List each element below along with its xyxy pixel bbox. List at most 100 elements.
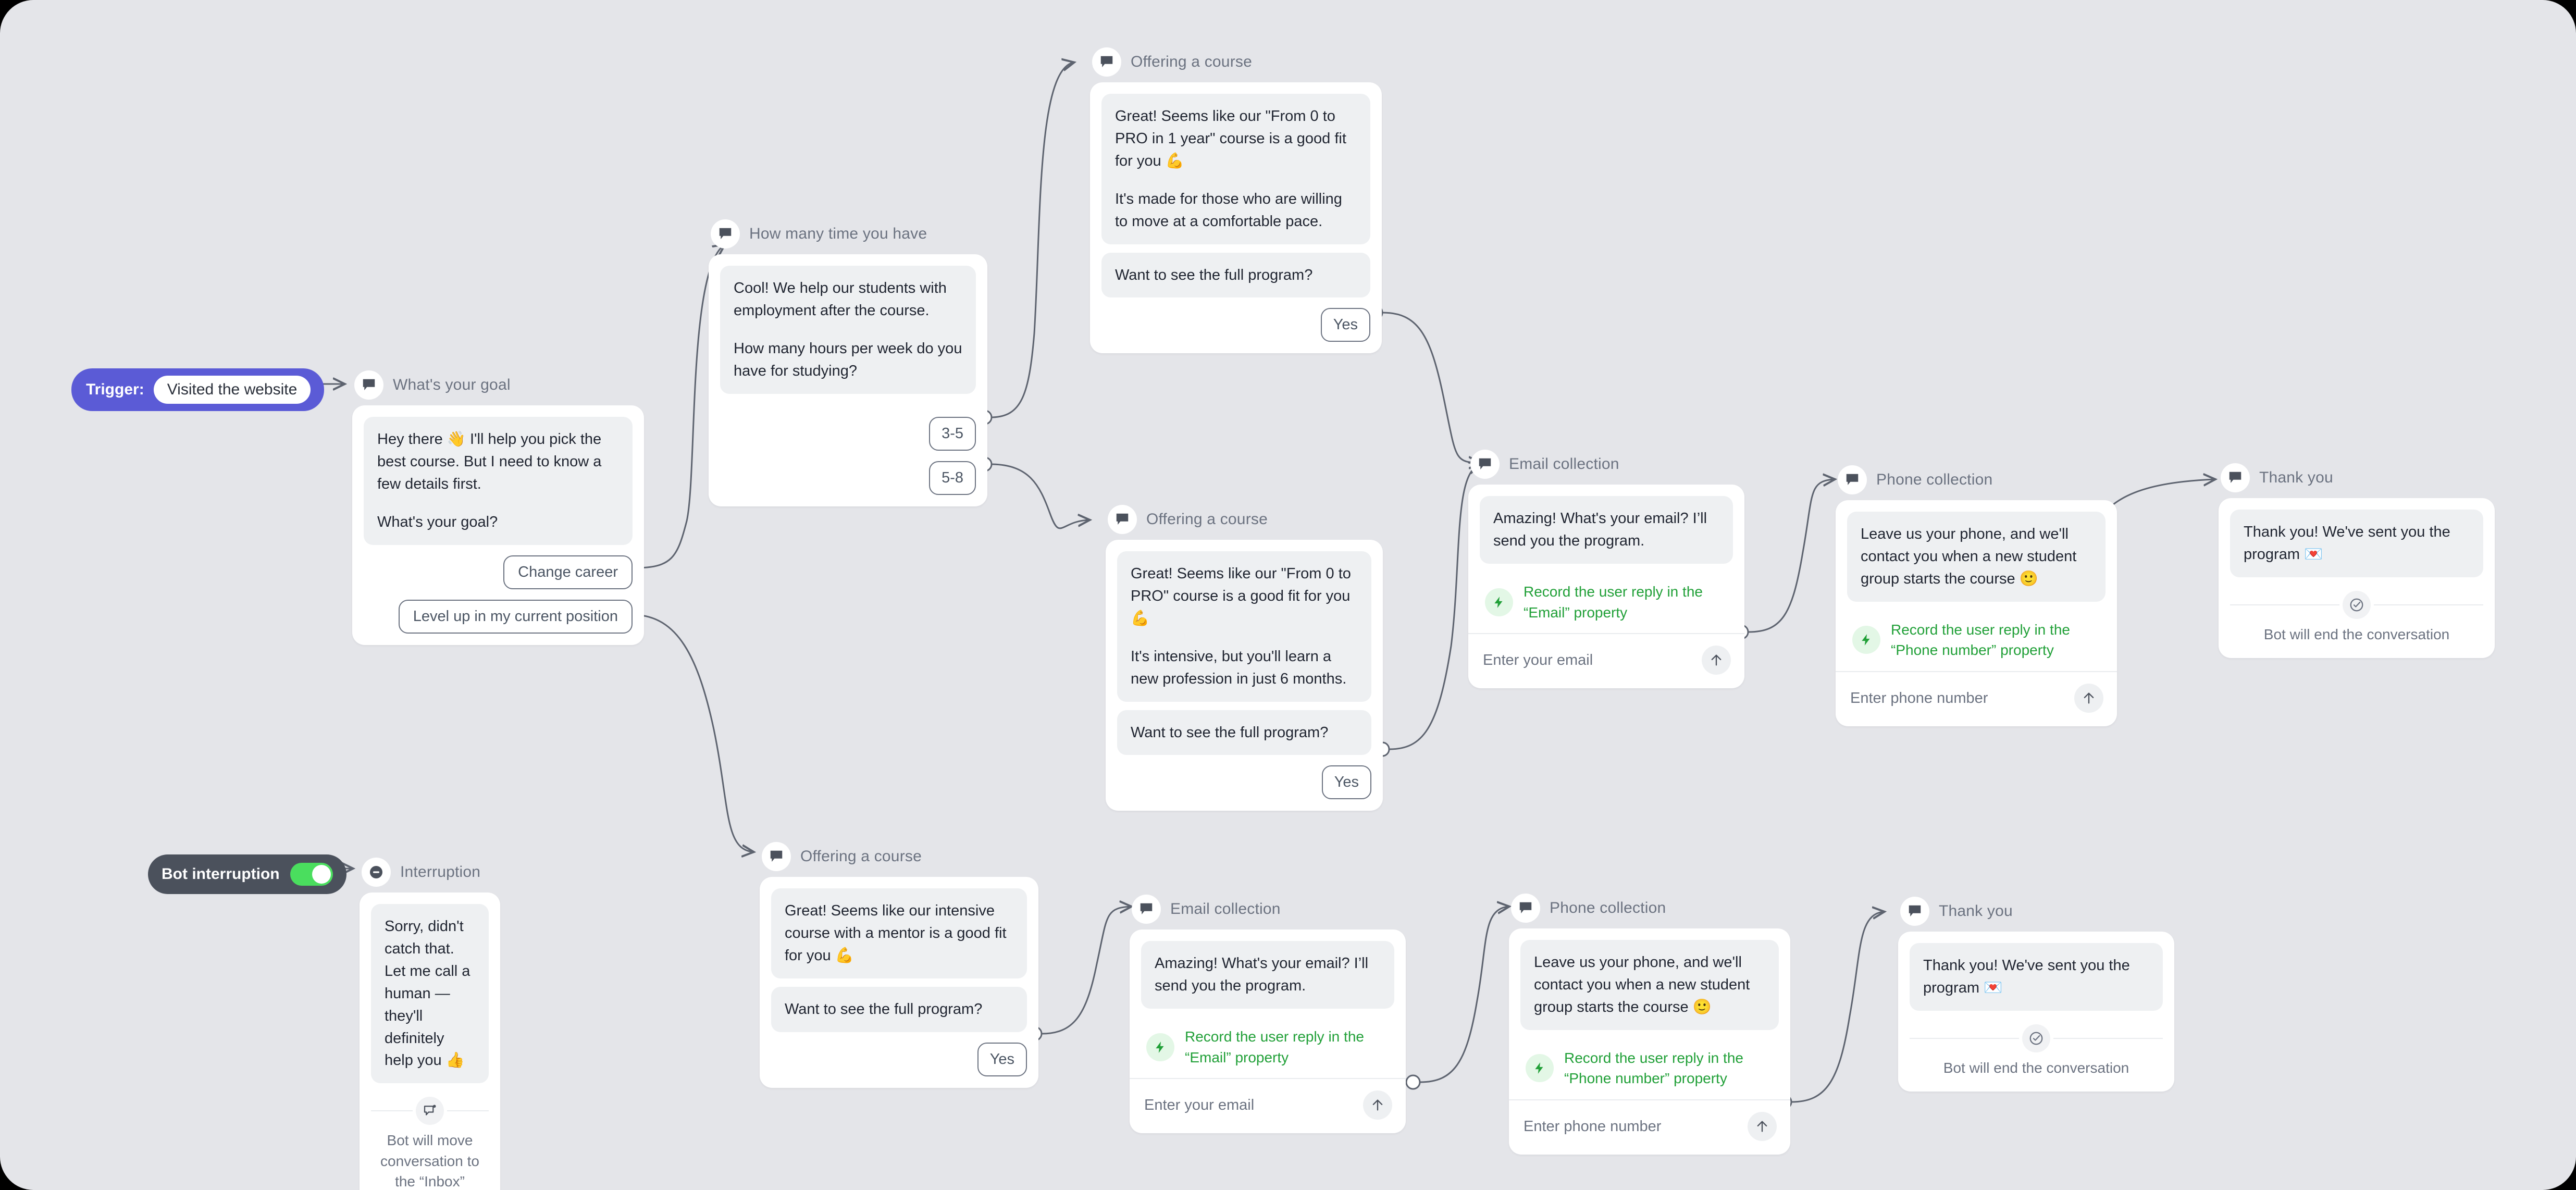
email-input-row[interactable]: Enter your email (1480, 634, 1733, 677)
phone-input-row[interactable]: Enter phone number (1847, 672, 2106, 715)
end-separator (2230, 590, 2483, 619)
node-offering-a-course-top[interactable]: Offering a course Great! Seems like our … (1090, 47, 1382, 354)
node-phone-collection-bottom[interactable]: Phone collection Leave us your phone, an… (1509, 893, 1790, 1155)
quick-reply-row: Level up in my current position (364, 599, 633, 634)
node-title: Thank you (2259, 469, 2333, 486)
arrow-up-icon[interactable] (2074, 684, 2103, 713)
node-card[interactable]: Great! Seems like our "From 0 to PRO" co… (1106, 540, 1383, 811)
action-label: Record the user reply in the “Email” pro… (1524, 583, 1703, 621)
quick-reply-yes[interactable]: Yes (1320, 308, 1370, 342)
message-bubble: Sorry, didn't catch that. Let me call a … (371, 904, 489, 1084)
end-separator (371, 1097, 489, 1125)
email-input-placeholder[interactable]: Enter your email (1144, 1097, 1254, 1114)
node-header: Phone collection (1509, 893, 1790, 923)
message-bubble: Great! Seems like our "From 0 to PRO" co… (1117, 551, 1371, 702)
email-input-placeholder[interactable]: Enter your email (1483, 652, 1593, 669)
chat-bubble-icon (1132, 895, 1161, 924)
chat-bubble-icon (2221, 463, 2250, 492)
node-card[interactable]: Great! Seems like our intensive course w… (760, 877, 1038, 1088)
node-whats-your-goal[interactable]: What's your goal Hey there 👋 I'll help y… (352, 370, 644, 645)
quick-reply-5-8[interactable]: 5-8 (929, 461, 976, 495)
bubble-line: Cool! We help our students with employme… (734, 280, 947, 319)
message-bubble: Great! Seems like our intensive course w… (771, 888, 1027, 978)
bolt-icon (1852, 626, 1880, 654)
node-email-collection-top[interactable]: Email collection Amazing! What's your em… (1468, 449, 1744, 689)
quick-reply-change-career[interactable]: Change career (503, 555, 633, 589)
bot-interruption-toggle[interactable] (290, 863, 333, 886)
node-card[interactable]: Leave us your phone, and we'll contact y… (1836, 500, 2117, 727)
message-bubble: Leave us your phone, and we'll contact y… (1847, 512, 2106, 602)
node-header: What's your goal (352, 370, 644, 400)
chat-bubble-icon (1511, 894, 1540, 923)
node-header: Offering a course (1090, 47, 1382, 77)
node-card[interactable]: Sorry, didn't catch that. Let me call a … (360, 892, 500, 1190)
quick-reply-row: Yes (771, 1042, 1027, 1076)
chat-bubble-icon (711, 219, 740, 249)
node-card[interactable]: Amazing! What's your email? I’ll send yo… (1468, 485, 1744, 689)
bubble-line: Great! Seems like our "From 0 to PRO in … (1115, 108, 1346, 169)
bolt-icon (1526, 1054, 1554, 1083)
node-card[interactable]: Cool! We help our students with employme… (709, 254, 987, 506)
trigger-pill[interactable]: Trigger: Visited the website (71, 368, 325, 411)
message-bubble: Amazing! What's your email? I’ll send yo… (1480, 496, 1733, 564)
node-header: Offering a course (760, 841, 1038, 872)
node-title: How many time you have (749, 225, 927, 242)
arrow-up-icon[interactable] (1748, 1112, 1777, 1142)
bolt-icon (1146, 1033, 1174, 1061)
phone-input-row[interactable]: Enter phone number (1520, 1100, 1779, 1143)
bubble-line: It's intensive, but you'll learn a new p… (1131, 648, 1347, 687)
node-offering-a-course-bottom[interactable]: Offering a course Great! Seems like our … (760, 841, 1038, 1088)
node-email-collection-bottom[interactable]: Email collection Amazing! What's your em… (1130, 894, 1406, 1134)
node-header: Phone collection (1836, 465, 2117, 495)
node-card[interactable]: Thank you! We've sent you the program 💌 … (1898, 932, 2174, 1092)
node-interruption[interactable]: Interruption Sorry, didn't catch that. L… (360, 857, 500, 1190)
quick-reply-yes[interactable]: Yes (1321, 765, 1371, 800)
node-title: Email collection (1170, 900, 1281, 918)
node-card[interactable]: Amazing! What's your email? I’ll send yo… (1130, 929, 1406, 1134)
phone-input-placeholder[interactable]: Enter phone number (1850, 690, 1988, 707)
message-bubble: Hey there 👋 I'll help you pick the best … (364, 417, 633, 545)
node-title: What's your goal (393, 376, 511, 393)
node-thank-you-top[interactable]: Thank you Thank you! We've sent you the … (2219, 463, 2495, 658)
node-header: Thank you (2219, 463, 2495, 493)
node-title: Offering a course (1146, 511, 1268, 528)
node-how-many-time[interactable]: How many time you have Cool! We help our… (709, 219, 987, 506)
message-bubble: Leave us your phone, and we'll contact y… (1520, 940, 1779, 1030)
action-record-email: Record the user reply in the “Email” pro… (1141, 1017, 1394, 1077)
node-card[interactable]: Great! Seems like our "From 0 to PRO in … (1090, 82, 1382, 354)
node-title: Offering a course (1131, 53, 1252, 70)
action-label: Record the user reply in the “Email” pro… (1185, 1028, 1364, 1065)
bot-interruption-label: Bot interruption (162, 865, 280, 883)
flow-canvas[interactable]: Trigger: Visited the website What's your… (0, 0, 2576, 1190)
quick-reply-yes[interactable]: Yes (977, 1042, 1027, 1076)
bot-interruption-pill[interactable]: Bot interruption (148, 854, 346, 894)
node-header: Thank you (1898, 896, 2174, 926)
chat-bubble-icon (1092, 47, 1121, 77)
node-offering-a-course-mid[interactable]: Offering a course Great! Seems like our … (1106, 504, 1383, 811)
message-bubble: Great! Seems like our "From 0 to PRO in … (1101, 94, 1370, 244)
node-header: Offering a course (1106, 504, 1383, 535)
node-thank-you-bottom[interactable]: Thank you Thank you! We've sent you the … (1898, 896, 2174, 1092)
quick-reply-row: Yes (1117, 765, 1371, 800)
chat-bubble-icon (1108, 505, 1137, 534)
quick-reply-level-up[interactable]: Level up in my current position (398, 599, 633, 634)
action-record-phone: Record the user reply in the “Phone numb… (1520, 1038, 1779, 1099)
arrow-up-icon[interactable] (1363, 1090, 1392, 1120)
message-bubble: Want to see the full program? (771, 986, 1027, 1032)
trigger-value[interactable]: Visited the website (153, 376, 311, 404)
quick-reply-3-5[interactable]: 3-5 (929, 416, 976, 451)
message-bubble: Cool! We help our students with employme… (720, 266, 976, 394)
chat-bubble-icon (1900, 897, 1929, 926)
bubble-line: How many hours per week do you have for … (734, 340, 962, 379)
message-bubble: Amazing! What's your email? I’ll send yo… (1141, 941, 1394, 1009)
phone-input-placeholder[interactable]: Enter phone number (1524, 1118, 1661, 1135)
node-phone-collection-top[interactable]: Phone collection Leave us your phone, an… (1836, 465, 2117, 727)
node-card[interactable]: Leave us your phone, and we'll contact y… (1509, 928, 1790, 1155)
quick-reply-row: 3-5 (720, 416, 976, 451)
arrow-up-icon[interactable] (1702, 646, 1731, 675)
node-card[interactable]: Hey there 👋 I'll help you pick the best … (352, 405, 644, 645)
email-input-row[interactable]: Enter your email (1141, 1079, 1394, 1122)
node-card[interactable]: Thank you! We've sent you the program 💌 … (2219, 498, 2495, 658)
end-note: Bot will move conversation to the “Inbox… (371, 1130, 489, 1190)
node-header: How many time you have (709, 219, 987, 249)
